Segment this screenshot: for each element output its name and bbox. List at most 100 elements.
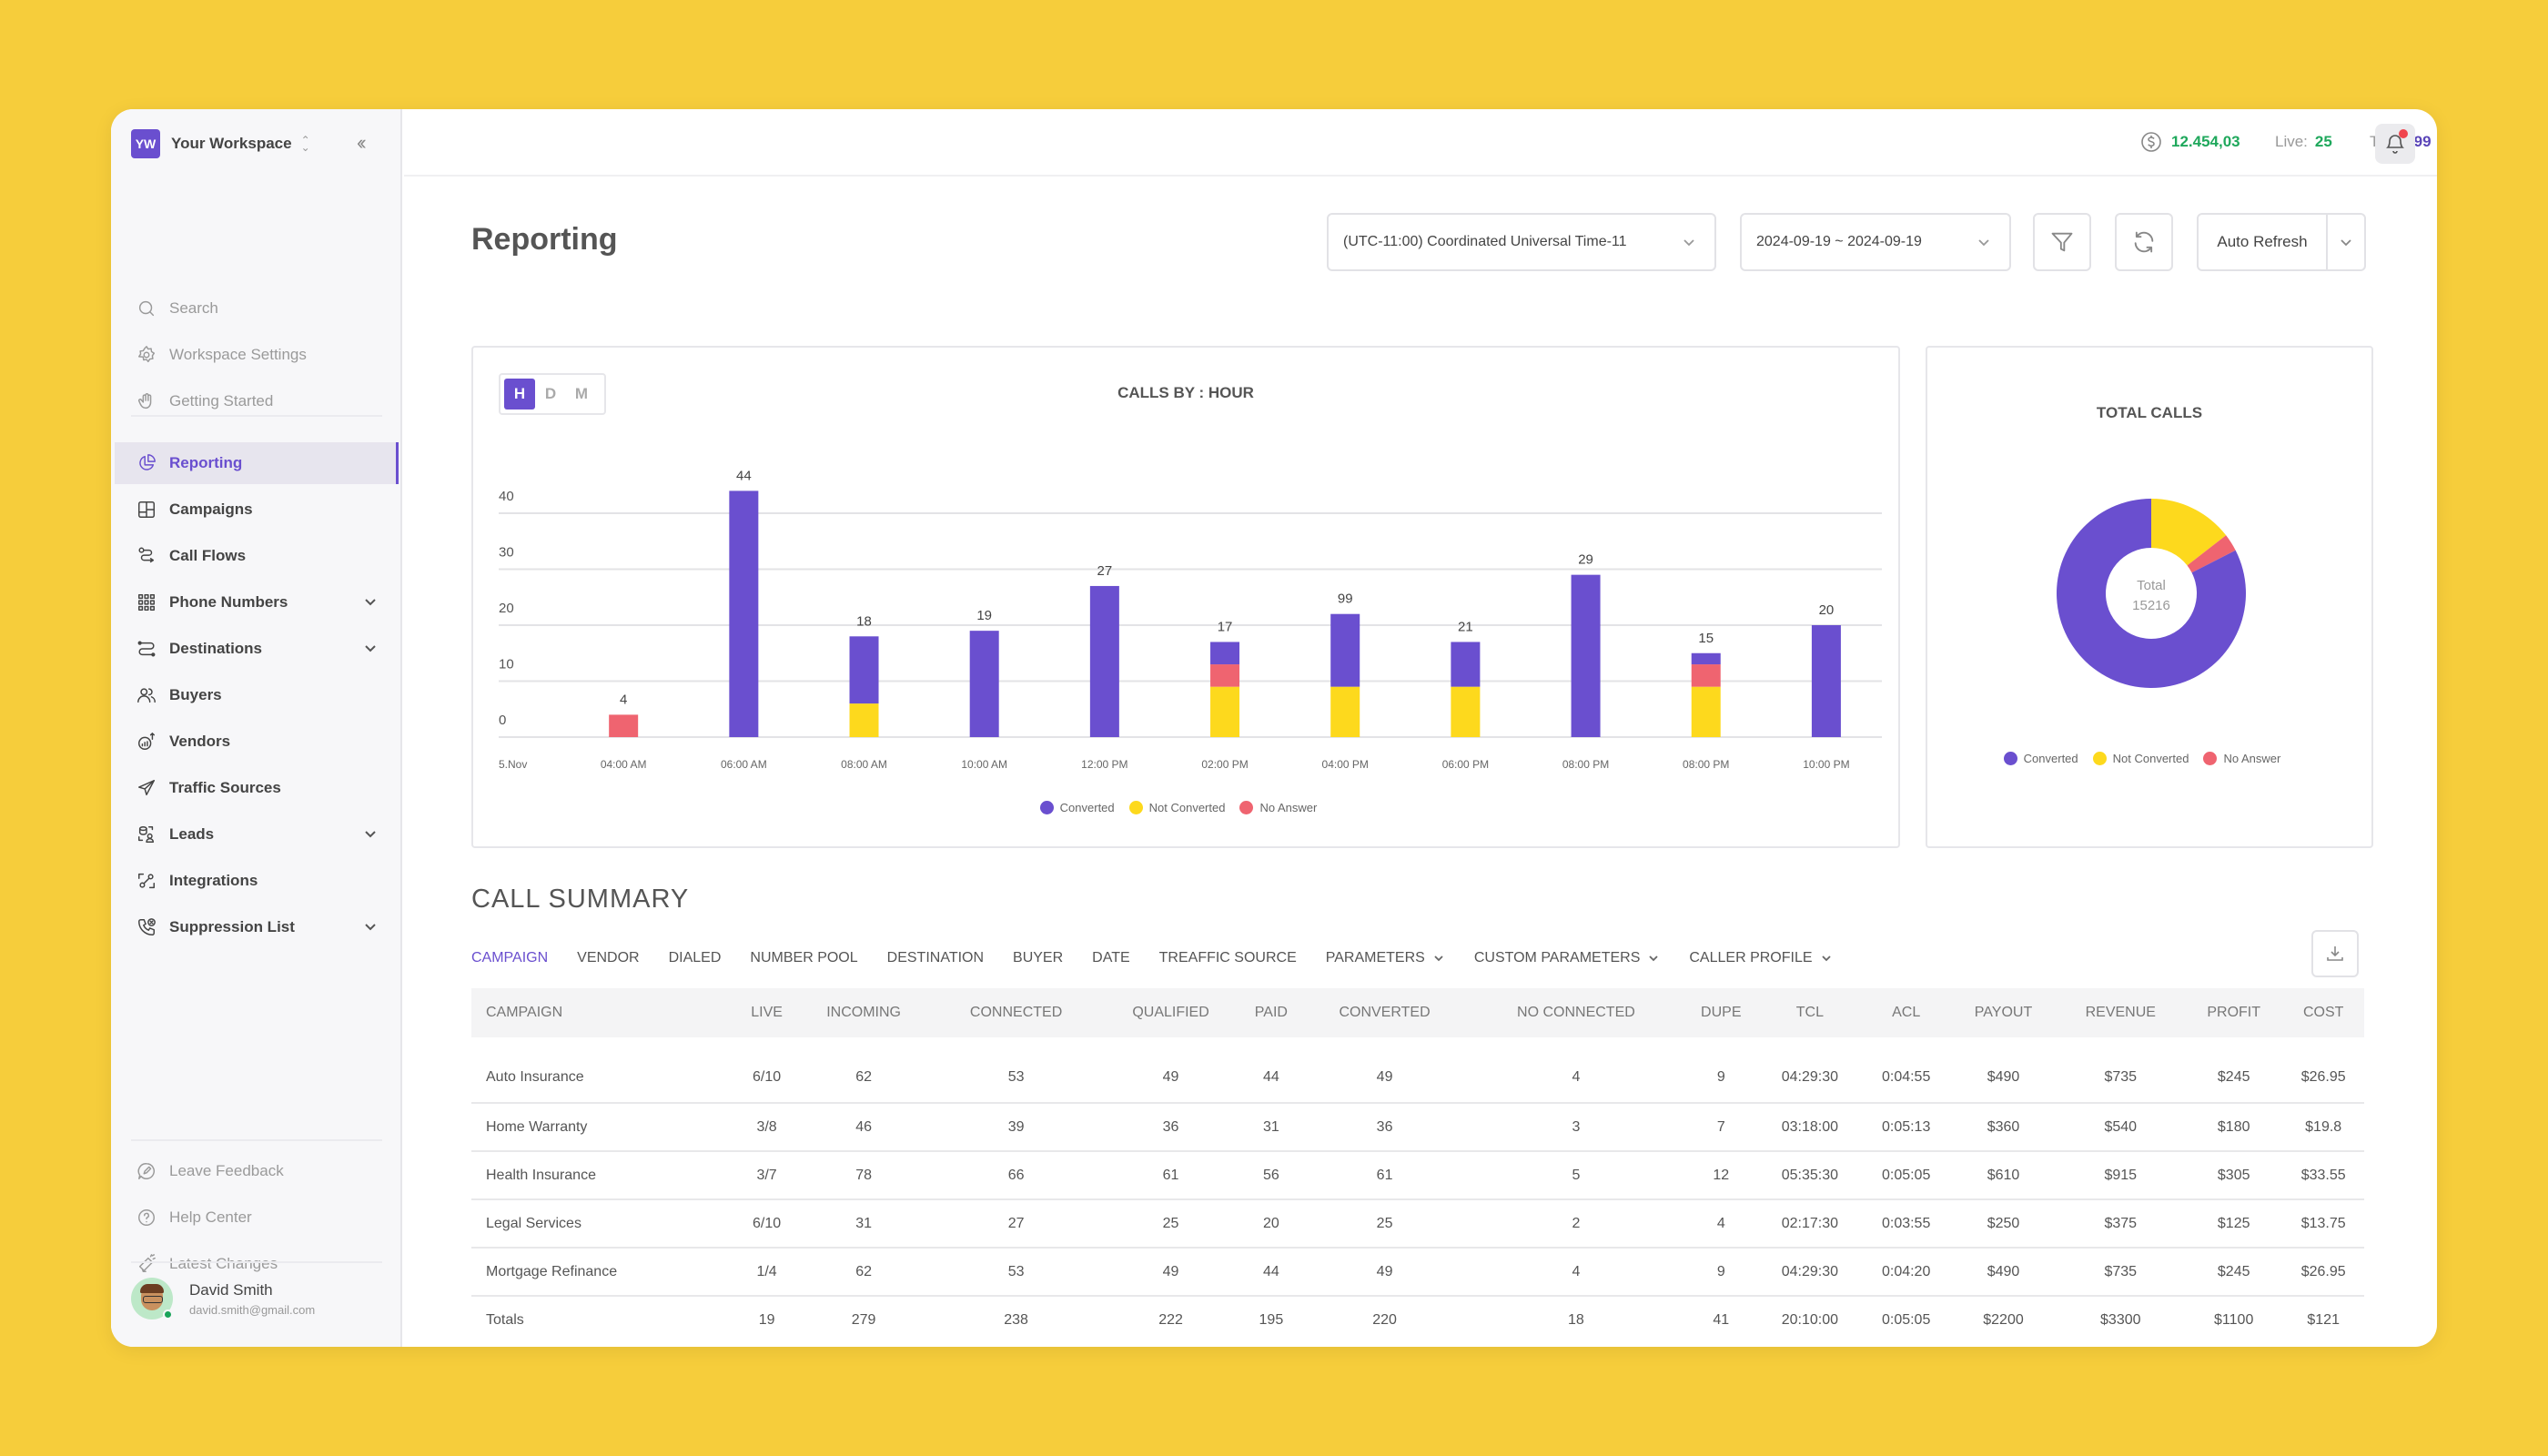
sidebar-item-vendors[interactable]: Vendors [115, 721, 399, 763]
x-tick-label: 08:00 PM [1683, 758, 1729, 771]
cell-connected: 27 [931, 1199, 1101, 1249]
y-tick-label: 20 [499, 601, 514, 616]
date-range-select[interactable]: 2024-09-19 ~ 2024-09-19 [1740, 213, 2011, 271]
cell-campaign: Mortgage Refinance [471, 1248, 738, 1297]
tab-parameters[interactable]: PARAMETERS [1326, 946, 1445, 994]
column-header[interactable]: LIVE [737, 988, 796, 1037]
cell-qualified: 36 [1100, 1103, 1241, 1152]
bar-value-label: 18 [856, 613, 872, 629]
bar-segment-no-answer [1210, 664, 1240, 687]
column-header[interactable]: REVENUE [2056, 988, 2186, 1037]
cell-cost: $19.8 [2282, 1103, 2364, 1152]
column-header[interactable]: DUPE [1684, 988, 1758, 1037]
x-tick-label: 06:00 PM [1442, 758, 1489, 771]
sidebar-item-suppression-list[interactable]: Suppression List [115, 906, 399, 948]
y-tick-label: 10 [499, 657, 514, 672]
sidebar-item-leave-feedback[interactable]: Leave Feedback [115, 1150, 399, 1192]
bar-segment-converted [729, 490, 759, 737]
download-button[interactable] [2311, 930, 2359, 977]
cell-connected: 53 [931, 1248, 1101, 1297]
timezone-select[interactable]: (UTC-11:00) Coordinated Universal Time-1… [1327, 213, 1716, 271]
legend-item-not-converted[interactable]: Not Converted [2092, 752, 2189, 765]
column-header[interactable]: CONNECTED [931, 988, 1101, 1037]
column-header[interactable]: PROFIT [2185, 988, 2283, 1037]
cell-no-connected: 4 [1468, 1037, 1684, 1104]
cell-campaign: Home Warranty [471, 1103, 738, 1152]
column-header[interactable]: QUALIFIED [1100, 988, 1241, 1037]
cell-revenue: $375 [2056, 1199, 2186, 1249]
chevron-down-icon[interactable] [362, 825, 379, 842]
user-name: David Smith [189, 1280, 273, 1299]
sidebar-item-workspace-settings[interactable]: Workspace Settings [115, 334, 399, 376]
sidebar-item-call-flows[interactable]: Call Flows [115, 535, 399, 577]
sidebar-item-search[interactable]: Search [115, 288, 399, 329]
column-header[interactable]: PAYOUT [1950, 988, 2057, 1037]
sidebar-item-traffic-sources[interactable]: Traffic Sources [115, 767, 399, 809]
sidebar-item-destinations[interactable]: Destinations [115, 628, 399, 670]
tab-buyer[interactable]: BUYER [1013, 946, 1063, 994]
cell-revenue: $735 [2056, 1037, 2186, 1104]
auto-refresh-dropdown[interactable] [2328, 215, 2364, 269]
column-header[interactable]: PAID [1240, 988, 1301, 1037]
tab-date[interactable]: DATE [1092, 946, 1129, 994]
cell-no-connected: 2 [1468, 1199, 1684, 1249]
layout-icon [135, 498, 158, 521]
tab-number-pool[interactable]: NUMBER POOL [750, 946, 857, 994]
sidebar-item-reporting[interactable]: Reporting [115, 442, 399, 484]
sidebar-item-label: Search [169, 299, 218, 317]
tab-destination[interactable]: DESTINATION [887, 946, 984, 994]
cell-paid: 44 [1240, 1037, 1301, 1104]
filter-button[interactable] [2033, 213, 2091, 271]
sidebar-item-integrations[interactable]: Integrations [115, 860, 399, 902]
cell-acl: 0:05:05 [1861, 1151, 1951, 1200]
workspace-name: Your Workspace [171, 135, 292, 152]
column-header[interactable]: TCL [1757, 988, 1862, 1037]
notifications-button[interactable] [2375, 124, 2415, 164]
sidebar-item-campaigns[interactable]: Campaigns [115, 489, 399, 531]
legend-item-converted[interactable]: Converted [2003, 752, 2078, 765]
sidebar-divider [131, 415, 382, 417]
gear-icon [135, 343, 158, 367]
wave-hand-icon [135, 389, 158, 413]
chevron-down-icon[interactable] [362, 918, 379, 935]
column-header[interactable]: CAMPAIGN [471, 988, 738, 1037]
chevron-down-icon[interactable] [362, 593, 379, 610]
tab-custom-parameters[interactable]: CUSTOM PARAMETERS [1474, 946, 1661, 994]
legend-item-no-answer[interactable]: No Answer [1239, 801, 1317, 814]
cell-converted: 61 [1300, 1151, 1469, 1200]
page-title: Reporting [471, 222, 618, 257]
legend-swatch [2092, 752, 2107, 765]
tab-treaffic-source[interactable]: TREAFFIC SOURCE [1159, 946, 1297, 994]
collapse-sidebar-icon[interactable]: ‹‹ [357, 131, 366, 155]
column-header[interactable]: NO CONNECTED [1468, 988, 1684, 1037]
x-tick-label: 06:00 AM [721, 758, 767, 771]
sidebar-item-leads[interactable]: Leads [115, 814, 399, 855]
tab-caller-profile[interactable]: CALLER PROFILE [1689, 946, 1832, 994]
legend-label: No Answer [2223, 752, 2281, 765]
refresh-button[interactable] [2115, 213, 2173, 271]
user-profile[interactable]: David Smith david.smith@gmail.com [131, 1278, 315, 1320]
chevron-down-icon[interactable] [362, 640, 379, 656]
legend-item-converted[interactable]: Converted [1039, 801, 1115, 814]
column-header[interactable]: CONVERTED [1300, 988, 1469, 1037]
tab-campaign[interactable]: CAMPAIGN [471, 946, 549, 994]
sidebar-item-buyers[interactable]: Buyers [115, 674, 399, 716]
cell-acl: 0:03:55 [1861, 1199, 1951, 1249]
bar-segment-converted [1330, 613, 1360, 687]
legend-item-no-answer[interactable]: No Answer [2203, 752, 2280, 765]
sidebar-item-help-center[interactable]: Help Center [115, 1197, 399, 1239]
tab-dialed[interactable]: DIALED [669, 946, 722, 994]
column-header[interactable]: INCOMING [795, 988, 932, 1037]
cell-tcl: 04:29:30 [1757, 1248, 1862, 1297]
column-header[interactable]: ACL [1861, 988, 1951, 1037]
column-header[interactable]: COST [2282, 988, 2364, 1037]
grid-icon [135, 591, 158, 614]
cell-profit: $125 [2185, 1199, 2283, 1249]
legend-item-not-converted[interactable]: Not Converted [1128, 801, 1226, 814]
tab-vendor[interactable]: VENDOR [577, 946, 639, 994]
workspace-switcher[interactable]: YW Your Workspace ⌃ ⌄ [131, 129, 310, 158]
sidebar-item-phone-numbers[interactable]: Phone Numbers [115, 581, 399, 623]
legend-label: Not Converted [1148, 801, 1226, 814]
auto-refresh-button[interactable]: Auto Refresh [2199, 215, 2328, 269]
cell-paid: 44 [1240, 1248, 1301, 1297]
